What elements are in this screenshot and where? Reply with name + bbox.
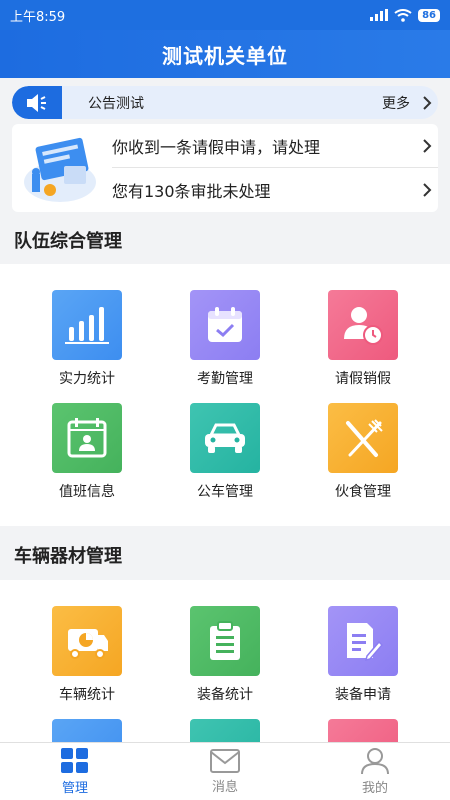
tile-label: 考勤管理 [197, 371, 253, 387]
tile-label: 装备申请 [335, 687, 391, 703]
tile-label: 伙食管理 [335, 484, 391, 500]
tile-equipment-request[interactable]: 装备申请 [303, 606, 423, 704]
mail-icon [210, 749, 240, 773]
tab-label: 管理 [61, 781, 88, 796]
tab-mine[interactable]: 我的 [300, 743, 450, 800]
chevron-right-icon[interactable] [416, 92, 438, 114]
page-title: 测试机关单位 [162, 43, 288, 68]
status-time: 上午8:59 [10, 9, 66, 25]
tab-management[interactable]: 管理 [0, 743, 150, 800]
alert-text: 你收到一条请假申请，请处理 [112, 137, 321, 157]
vehicle-equipment-grid: 车辆统计 装备统计 装备申请 [0, 580, 450, 789]
bar-chart-icon [52, 290, 122, 360]
tab-label: 消息 [211, 780, 238, 795]
tile-vehicle-stats[interactable]: 车辆统计 [27, 606, 147, 704]
tile-equipment-stats[interactable]: 装备统计 [165, 606, 285, 704]
fork-knife-icon [328, 403, 398, 473]
car-icon [190, 403, 260, 473]
tile-attendance[interactable]: 考勤管理 [165, 290, 285, 388]
notice-text: 公告测试 [88, 95, 144, 112]
clipboard-icon [190, 606, 260, 676]
notice-bar[interactable]: 公告测试 更多 [12, 86, 438, 119]
tile-leave[interactable]: 请假销假 [303, 290, 423, 388]
tile-strength-stats[interactable]: 实力统计 [27, 290, 147, 388]
alert-row-leave-request[interactable]: 你收到一条请假申请，请处理 [112, 124, 438, 168]
status-bar: 上午8:59 86 [0, 0, 450, 30]
tile-label: 车辆统计 [59, 687, 115, 703]
section-title-team: 队伍综合管理 [14, 231, 122, 252]
document-edit-icon [328, 606, 398, 676]
alert-card: 你收到一条请假申请，请处理 您有130条审批未处理 [12, 124, 438, 212]
alert-text: 您有130条审批未处理 [112, 182, 271, 201]
tab-label: 我的 [361, 781, 388, 796]
truck-chart-icon [52, 606, 122, 676]
chevron-right-icon [416, 135, 438, 157]
tile-label: 装备统计 [197, 687, 253, 703]
duty-calendar-icon [52, 403, 122, 473]
tile-canteen[interactable]: 伙食管理 [303, 403, 423, 501]
chevron-right-icon [416, 179, 438, 201]
bottom-tab-bar: 管理 消息 我的 [0, 742, 450, 800]
tile-label: 请假销假 [335, 371, 391, 387]
speaker-icon [12, 86, 62, 119]
wifi-icon [394, 8, 412, 22]
section-title-vehicles: 车辆器材管理 [14, 546, 122, 567]
approval-illustration-icon [24, 137, 96, 202]
grid-icon [61, 748, 88, 773]
battery-icon: 86 [418, 8, 440, 22]
calendar-check-icon [190, 290, 260, 360]
tile-duty-info[interactable]: 值班信息 [27, 403, 147, 501]
tile-vehicle-management[interactable]: 公车管理 [165, 403, 285, 501]
tile-label: 实力统计 [59, 371, 115, 387]
notice-more-link[interactable]: 更多 [382, 93, 416, 113]
alert-row-pending-approvals[interactable]: 您有130条审批未处理 [112, 168, 438, 212]
person-icon [361, 748, 389, 775]
signal-icon [370, 9, 389, 21]
tile-label: 值班信息 [59, 484, 115, 500]
tab-messages[interactable]: 消息 [150, 743, 300, 800]
app-title-bar: 测试机关单位 [0, 30, 450, 78]
user-clock-icon [328, 290, 398, 360]
team-management-grid: 实力统计 考勤管理 请假销假 值班信息 公车管理 伙食管理 [0, 264, 450, 526]
tile-label: 公车管理 [197, 484, 253, 500]
